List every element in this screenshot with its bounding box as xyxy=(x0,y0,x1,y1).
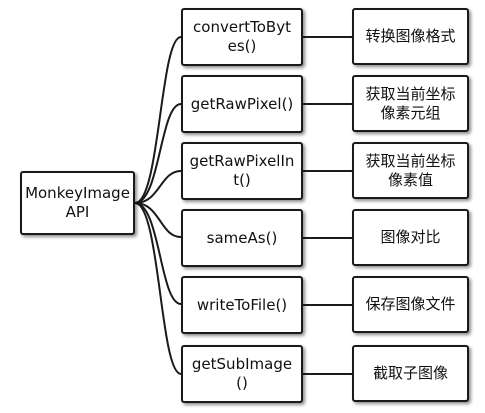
method-node-get-sub-image: getSubImage() xyxy=(181,345,303,403)
desc-label: 保存图像文件 xyxy=(365,295,456,314)
method-node-write-to-file: writeToFile() xyxy=(181,276,303,334)
desc-label: 获取当前坐标像素值 xyxy=(365,151,456,189)
method-label: writeToFile() xyxy=(196,295,288,314)
desc-node-write-to-file: 保存图像文件 xyxy=(352,276,469,333)
method-label: getSubImage() xyxy=(191,355,293,392)
root-label-line1: MonkeyImage xyxy=(25,184,130,203)
method-label: getRawPixelInt() xyxy=(189,152,295,189)
connector-line xyxy=(303,103,352,105)
desc-node-same-as: 图像对比 xyxy=(352,209,469,266)
root-node: MonkeyImage API xyxy=(20,171,135,235)
method-node-same-as: sameAs() xyxy=(181,209,303,267)
connector-line xyxy=(303,304,352,306)
api-tree-diagram: MonkeyImage API convertToBytes() 转换图像格式 … xyxy=(0,0,485,413)
connector-line xyxy=(303,237,352,239)
root-label-line2: API xyxy=(65,203,90,221)
desc-label: 转换图像格式 xyxy=(365,27,456,46)
method-label: getRawPixel() xyxy=(190,94,294,113)
branch-line-convert xyxy=(134,36,182,204)
desc-node-get-raw-pixel-int: 获取当前坐标像素值 xyxy=(352,142,469,199)
method-label: sameAs() xyxy=(206,228,278,247)
method-node-get-raw-pixel-int: getRawPixelInt() xyxy=(181,142,303,200)
desc-label: 截取子图像 xyxy=(372,364,448,383)
desc-node-convert-to-bytes: 转换图像格式 xyxy=(352,8,469,65)
branch-line-getsubimage xyxy=(134,202,182,375)
connector-line xyxy=(303,373,352,375)
desc-node-get-raw-pixel: 获取当前坐标像素元组 xyxy=(352,75,469,132)
method-label: convertToBytes() xyxy=(193,18,291,55)
connector-line xyxy=(303,170,352,172)
desc-label: 图像对比 xyxy=(380,228,441,247)
desc-node-get-sub-image: 截取子图像 xyxy=(352,345,469,402)
desc-label: 获取当前坐标像素元组 xyxy=(365,84,456,122)
method-node-convert-to-bytes: convertToBytes() xyxy=(181,8,303,66)
connector-line xyxy=(303,36,352,38)
method-node-get-raw-pixel: getRawPixel() xyxy=(181,75,303,133)
